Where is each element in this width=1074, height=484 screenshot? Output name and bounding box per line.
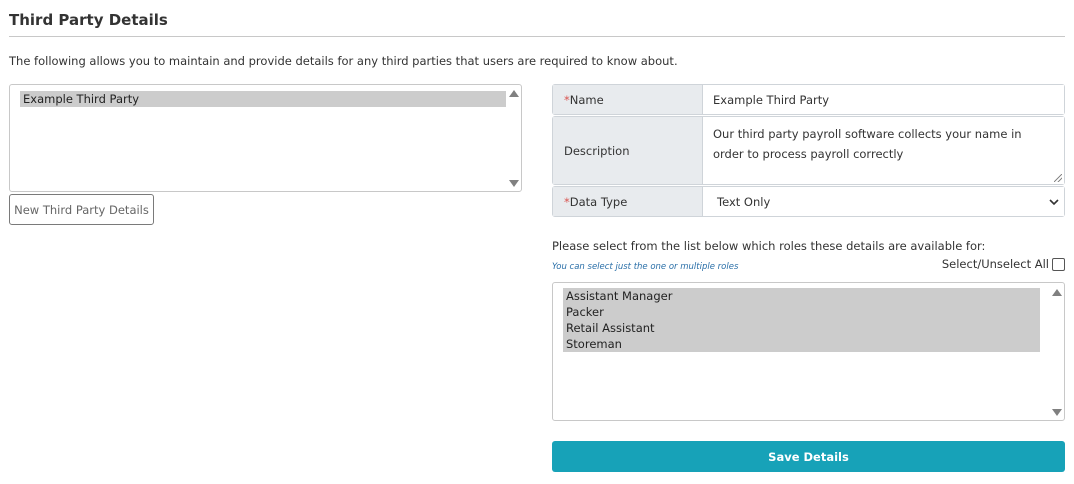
data-type-select[interactable]: Text Only: [703, 187, 1064, 216]
scroll-down-icon[interactable]: [509, 180, 519, 187]
new-third-party-button[interactable]: New Third Party Details: [9, 194, 154, 225]
page-title: Third Party Details: [9, 11, 168, 29]
name-input[interactable]: Example Third Party: [703, 85, 1064, 114]
list-item[interactable]: Assistant Manager: [563, 288, 1040, 304]
name-label: * Name: [553, 85, 703, 114]
description-textarea[interactable]: Our third party payroll software collect…: [703, 117, 1064, 184]
select-all-toggle[interactable]: Select/Unselect All: [942, 257, 1065, 271]
intro-text: The following allows you to maintain and…: [9, 54, 678, 68]
select-all-label: Select/Unselect All: [941, 257, 1049, 271]
list-item[interactable]: Example Third Party: [20, 91, 506, 107]
list-item[interactable]: Retail Assistant: [563, 320, 1040, 336]
third-party-listbox[interactable]: Example Third Party: [9, 84, 522, 192]
scroll-up-icon[interactable]: [1052, 289, 1062, 296]
roles-hint: You can select just the one or multiple …: [552, 262, 739, 272]
roles-listbox[interactable]: Assistant Manager Packer Retail Assistan…: [552, 282, 1065, 421]
list-item[interactable]: Packer: [563, 304, 1040, 320]
title-divider: [9, 36, 1065, 37]
scroll-down-icon[interactable]: [1052, 409, 1062, 416]
save-details-button[interactable]: Save Details: [552, 441, 1065, 472]
roles-prompt: Please select from the list below which …: [552, 239, 986, 253]
resize-grip-icon[interactable]: [1054, 174, 1062, 182]
description-label: Description: [553, 117, 703, 184]
description-row: Description Our third party payroll soft…: [552, 116, 1065, 185]
select-all-checkbox[interactable]: [1052, 257, 1065, 271]
details-form: * Name Example Third Party Description Ou…: [552, 84, 1065, 218]
chevron-down-icon: [1049, 198, 1059, 205]
scroll-up-icon[interactable]: [509, 90, 519, 97]
data-type-label: * Data Type: [553, 187, 703, 216]
list-item[interactable]: Storeman: [563, 336, 1040, 352]
data-type-row: * Data Type Text Only: [552, 186, 1065, 217]
name-row: * Name Example Third Party: [552, 84, 1065, 115]
